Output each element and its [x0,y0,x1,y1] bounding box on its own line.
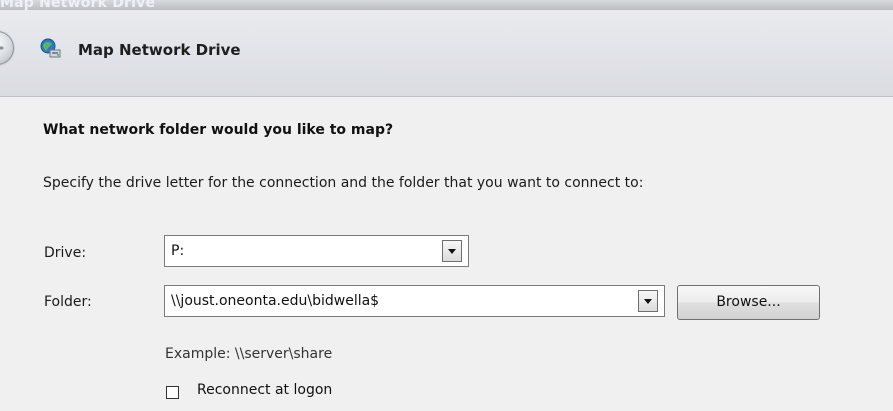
map-network-drive-window: Map Network Drive Map Network Drive What… [0,0,893,411]
drive-dropdown[interactable]: P: [164,235,469,267]
drive-value: P: [171,243,185,259]
window-title: Map Network Drive [0,0,156,10]
reconnect-checkbox[interactable] [166,386,179,399]
chevron-down-icon[interactable] [638,290,658,312]
chevron-down-icon[interactable] [442,240,462,262]
drive-label: Drive: [44,245,87,261]
back-arrow-icon [0,46,4,50]
folder-value: \\joust.oneonta.edu\bidwella$ [171,293,380,309]
folder-example: Example: \\server\share [165,346,333,362]
connection-instruction: Specify the drive letter for the connect… [43,175,644,191]
reconnect-label[interactable]: Reconnect at logon [197,382,332,398]
folder-label: Folder: [44,294,92,310]
wizard-header: Map Network Drive [0,10,893,97]
folder-input[interactable]: \\joust.oneonta.edu\bidwella$ [164,285,665,317]
network-drive-icon [40,38,61,58]
back-button[interactable] [0,31,14,65]
wizard-content: What network folder would you like to ma… [0,97,893,411]
browse-button[interactable]: Browse... [677,285,820,320]
header-title: Map Network Drive [78,41,241,59]
network-folder-question: What network folder would you like to ma… [43,122,394,138]
title-bar: Map Network Drive [0,0,893,10]
